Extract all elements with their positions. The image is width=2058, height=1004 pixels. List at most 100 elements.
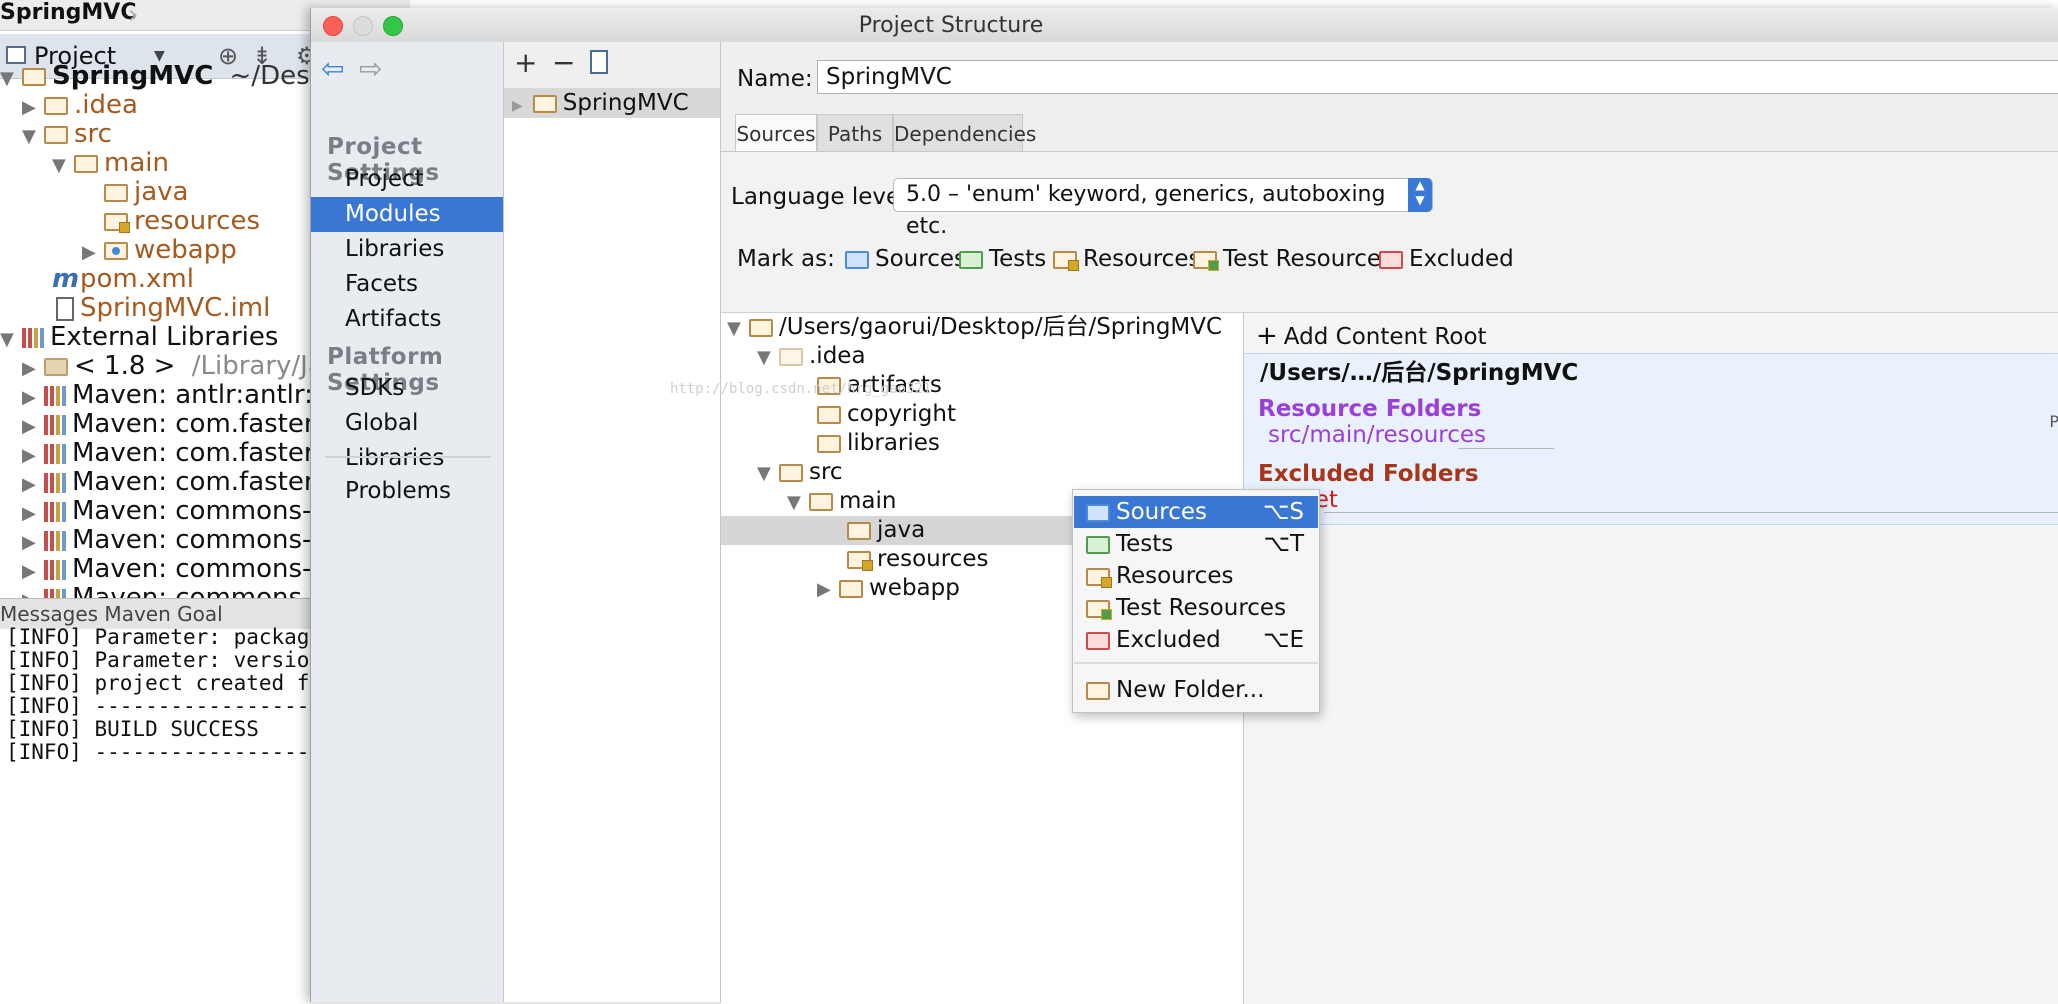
menu-item-excluded[interactable]: Excluded ⌥E	[1074, 624, 1318, 656]
nav-item-facets[interactable]: Facets	[311, 267, 503, 302]
folder-icon	[779, 347, 803, 366]
content-tree-item[interactable]: copyright	[721, 400, 1243, 429]
content-tree-item[interactable]: libraries	[721, 429, 1243, 458]
nav-divider	[325, 456, 491, 458]
content-root-path: /Users/…/后台/SpringMVC	[1260, 360, 1579, 386]
modules-toolbar: + −	[504, 42, 720, 89]
new-folder-icon	[1086, 681, 1110, 700]
mark-as-resources-button[interactable]: Resources	[1053, 242, 1200, 276]
library-icon	[44, 472, 66, 493]
nav-item-global-libraries[interactable]: Global Libraries	[311, 406, 503, 471]
folder-icon	[839, 579, 863, 598]
folder-icon	[817, 405, 841, 424]
settings-navigation: ⇦ ⇨ Project Settings Project Modules Lib…	[311, 42, 504, 1002]
dialog-title: Project Structure	[858, 13, 1044, 38]
folder-icon	[74, 154, 98, 173]
nav-item-project[interactable]: Project	[311, 162, 503, 197]
mark-directory-context-menu: Sources ⌥S Tests ⌥T Resources Test Resou…	[1072, 489, 1320, 713]
menu-item-resources[interactable]: Resources	[1074, 560, 1318, 592]
resources-folder-icon	[1053, 250, 1079, 271]
mark-as-sources-button[interactable]: Sources	[845, 242, 966, 276]
tab-paths[interactable]: Paths	[817, 114, 893, 152]
language-level-value: 5.0 – 'enum' keyword, generics, autoboxi…	[906, 182, 1386, 239]
sources-tab-body: Language level: 5.0 – 'enum' keyword, ge…	[721, 151, 2058, 1004]
folder-icon	[44, 96, 68, 115]
folder-icon	[847, 521, 871, 540]
resources-folder-icon	[104, 212, 130, 233]
excluded-folder-icon	[1086, 631, 1110, 650]
console-line: [INFO] BUILD SUCCESS	[6, 717, 259, 741]
nav-item-artifacts[interactable]: Artifacts	[311, 302, 503, 337]
folder-icon	[809, 492, 833, 511]
content-root-entry[interactable]: /Users/…/后台/SpringMVC Resource Folders s…	[1244, 353, 2058, 525]
folder-icon	[749, 318, 773, 337]
console-output: [INFO] Parameter: packageName [INFO] Par…	[0, 626, 385, 1002]
modules-pane: + − ▶ SpringMVC	[504, 42, 721, 1002]
tests-folder-icon	[959, 250, 983, 269]
mark-as-tests-button[interactable]: Tests	[959, 242, 1046, 276]
mark-as-test-resources-button[interactable]: Test Resources	[1193, 242, 1393, 276]
module-settings-pane: Name: SpringMVC Sources Paths Dependenci…	[721, 42, 2058, 1004]
mark-as-label: Mark as:	[737, 246, 835, 272]
tab-dependencies[interactable]: Dependencies	[893, 114, 1036, 152]
library-icon	[44, 414, 66, 435]
menu-item-test-resources[interactable]: Test Resources	[1074, 592, 1318, 624]
library-icon	[44, 559, 66, 580]
library-icon	[44, 530, 66, 551]
breadcrumb-chevron-icon: ›	[128, 0, 139, 30]
menu-separator	[1074, 662, 1318, 664]
library-icon	[22, 327, 44, 348]
menu-item-tests[interactable]: Tests ⌥T	[1074, 528, 1318, 560]
test-resources-folder-icon	[1086, 599, 1112, 620]
folder-icon	[779, 463, 803, 482]
shortcut-label: ⌥E	[1262, 627, 1304, 653]
shortcut-label: ⌥S	[1262, 499, 1304, 525]
plus-icon: +	[1256, 321, 1278, 351]
nav-item-sdks[interactable]: SDKs	[311, 371, 503, 406]
content-tree-item[interactable]: ▼ src	[721, 458, 1243, 487]
copy-icon[interactable]	[590, 50, 608, 74]
name-label: Name:	[737, 66, 813, 92]
test-resources-folder-icon	[1193, 250, 1219, 271]
menu-item-sources[interactable]: Sources ⌥S	[1074, 496, 1318, 528]
tab-sources[interactable]: Sources	[735, 114, 817, 152]
resource-folder-path[interactable]: src/main/resources	[1268, 420, 1486, 450]
dialog-titlebar: Project Structure	[311, 8, 2058, 43]
library-icon	[44, 501, 66, 522]
nav-item-libraries[interactable]: Libraries	[311, 232, 503, 267]
language-level-label: Language level:	[731, 184, 915, 210]
content-tree-item[interactable]: ▼/Users/gaorui/Desktop/后台/SpringMVC	[721, 313, 1243, 342]
module-item-springmvc[interactable]: ▶ SpringMVC	[504, 88, 720, 118]
library-icon	[44, 443, 66, 464]
content-tree-item[interactable]: ▼ .idea	[721, 342, 1243, 371]
folder-icon	[817, 434, 841, 453]
file-icon	[56, 296, 74, 321]
resources-folder-icon	[1086, 567, 1112, 588]
row-divider	[1458, 448, 1554, 449]
nav-item-problems[interactable]: Problems	[311, 474, 503, 509]
forward-arrow-icon[interactable]: ⇨	[359, 52, 382, 85]
back-arrow-icon[interactable]: ⇦	[321, 52, 344, 85]
select-stepper-icon[interactable]: ▲ ▼	[1408, 178, 1432, 212]
resources-folder-icon	[847, 550, 873, 571]
add-module-button[interactable]: +	[514, 46, 537, 79]
properties-icon[interactable]: P	[2049, 412, 2058, 431]
web-folder-icon	[104, 241, 128, 260]
menu-item-new-folder[interactable]: New Folder...	[1074, 674, 1318, 706]
module-name-input[interactable]: SpringMVC	[817, 60, 2058, 94]
remove-module-button[interactable]: −	[552, 46, 575, 79]
ide-title: SpringMVC	[0, 0, 137, 25]
jdk-folder-icon	[44, 357, 68, 376]
folder-icon	[104, 183, 128, 202]
watermark: http://blog.csdn.net/hrg_gao321	[670, 381, 932, 397]
sources-folder-icon	[845, 250, 869, 269]
language-level-select[interactable]: 5.0 – 'enum' keyword, generics, autoboxi…	[893, 178, 1433, 239]
add-content-root-button[interactable]: + Add Content Root	[1256, 321, 1487, 352]
shortcut-label: ⌥T	[1263, 531, 1304, 557]
nav-item-modules[interactable]: Modules	[311, 197, 503, 232]
folder-icon	[44, 125, 68, 144]
row-divider	[1324, 512, 2058, 513]
sources-folder-icon	[1086, 503, 1110, 522]
module-folder-icon	[532, 94, 557, 113]
mark-as-excluded-button[interactable]: Excluded	[1379, 242, 1514, 276]
